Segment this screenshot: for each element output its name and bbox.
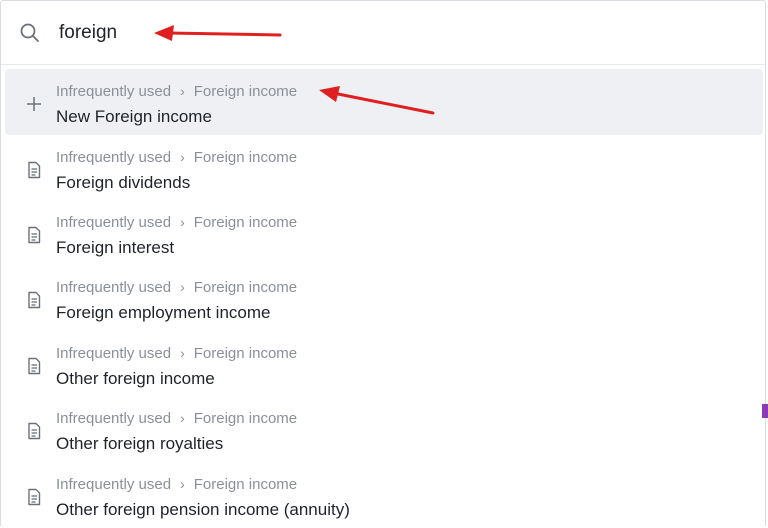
breadcrumb-child: Foreign income	[193, 345, 298, 362]
result-title: Other foreign income	[56, 369, 215, 388]
document-icon	[28, 161, 41, 179]
result-new-foreign-income[interactable]: Infrequently used › Foreign income New For…	[5, 69, 763, 135]
result-other-foreign-income[interactable]: Infrequently used › Foreign income Other f…	[5, 331, 763, 397]
breadcrumb-parent: Infrequently used	[56, 476, 172, 493]
breadcrumb: Infrequently used › Foreign income	[56, 476, 297, 493]
breadcrumb: Infrequently used › Foreign income	[56, 214, 297, 231]
chevron-right-icon: ›	[180, 83, 185, 99]
breadcrumb-parent: Infrequently used	[56, 345, 172, 362]
breadcrumb-parent: Infrequently used	[56, 279, 172, 296]
breadcrumb-child: Foreign income	[193, 149, 298, 166]
chevron-right-icon: ›	[180, 410, 185, 426]
plus-icon	[27, 97, 41, 111]
chevron-right-icon: ›	[180, 345, 185, 361]
result-foreign-interest[interactable]: Infrequently used › Foreign income Foreign…	[5, 200, 763, 266]
result-foreign-employment-income[interactable]: Infrequently used › Foreign income Foreign…	[5, 265, 763, 331]
search-icon	[20, 23, 39, 42]
search-panel: Infrequently used › Foreign income New For…	[0, 0, 766, 526]
document-icon	[28, 357, 41, 375]
document-icon	[28, 226, 41, 244]
chevron-right-icon: ›	[180, 149, 185, 165]
breadcrumb: Infrequently used › Foreign income	[56, 410, 297, 427]
breadcrumb-child: Foreign income	[193, 476, 298, 493]
document-icon	[28, 488, 41, 506]
breadcrumb: Infrequently used › Foreign income	[56, 83, 297, 100]
breadcrumb-parent: Infrequently used	[56, 410, 172, 427]
search-bar	[1, 1, 765, 65]
result-title: Other foreign pension income (annuity)	[56, 500, 350, 519]
breadcrumb-child: Foreign income	[193, 279, 298, 296]
breadcrumb-child: Foreign income	[193, 83, 298, 100]
result-title: Other foreign royalties	[56, 434, 224, 453]
chevron-right-icon: ›	[180, 214, 185, 230]
result-title: New Foreign income	[56, 107, 212, 126]
search-input[interactable]	[51, 15, 567, 51]
document-icon	[28, 422, 41, 440]
chevron-right-icon: ›	[180, 279, 185, 295]
result-title: Foreign dividends	[56, 173, 191, 192]
breadcrumb-parent: Infrequently used	[56, 214, 172, 231]
scroll-indicator	[762, 404, 768, 418]
document-icon	[28, 291, 41, 309]
result-other-foreign-royalties[interactable]: Infrequently used › Foreign income Other f…	[5, 396, 763, 462]
breadcrumb-child: Foreign income	[193, 410, 298, 427]
breadcrumb-parent: Infrequently used	[56, 83, 172, 100]
breadcrumb-parent: Infrequently used	[56, 149, 172, 166]
breadcrumb: Infrequently used › Foreign income	[56, 345, 297, 362]
breadcrumb-child: Foreign income	[193, 214, 298, 231]
result-other-foreign-pension-income[interactable]: Infrequently used › Foreign income Other f…	[5, 462, 763, 528]
breadcrumb: Infrequently used › Foreign income	[56, 279, 297, 296]
breadcrumb: Infrequently used › Foreign income	[56, 149, 297, 166]
result-title: Foreign interest	[56, 238, 175, 257]
result-foreign-dividends[interactable]: Infrequently used › Foreign income Foreign…	[5, 135, 763, 201]
chevron-right-icon: ›	[180, 476, 185, 492]
result-title: Foreign employment income	[56, 303, 271, 322]
